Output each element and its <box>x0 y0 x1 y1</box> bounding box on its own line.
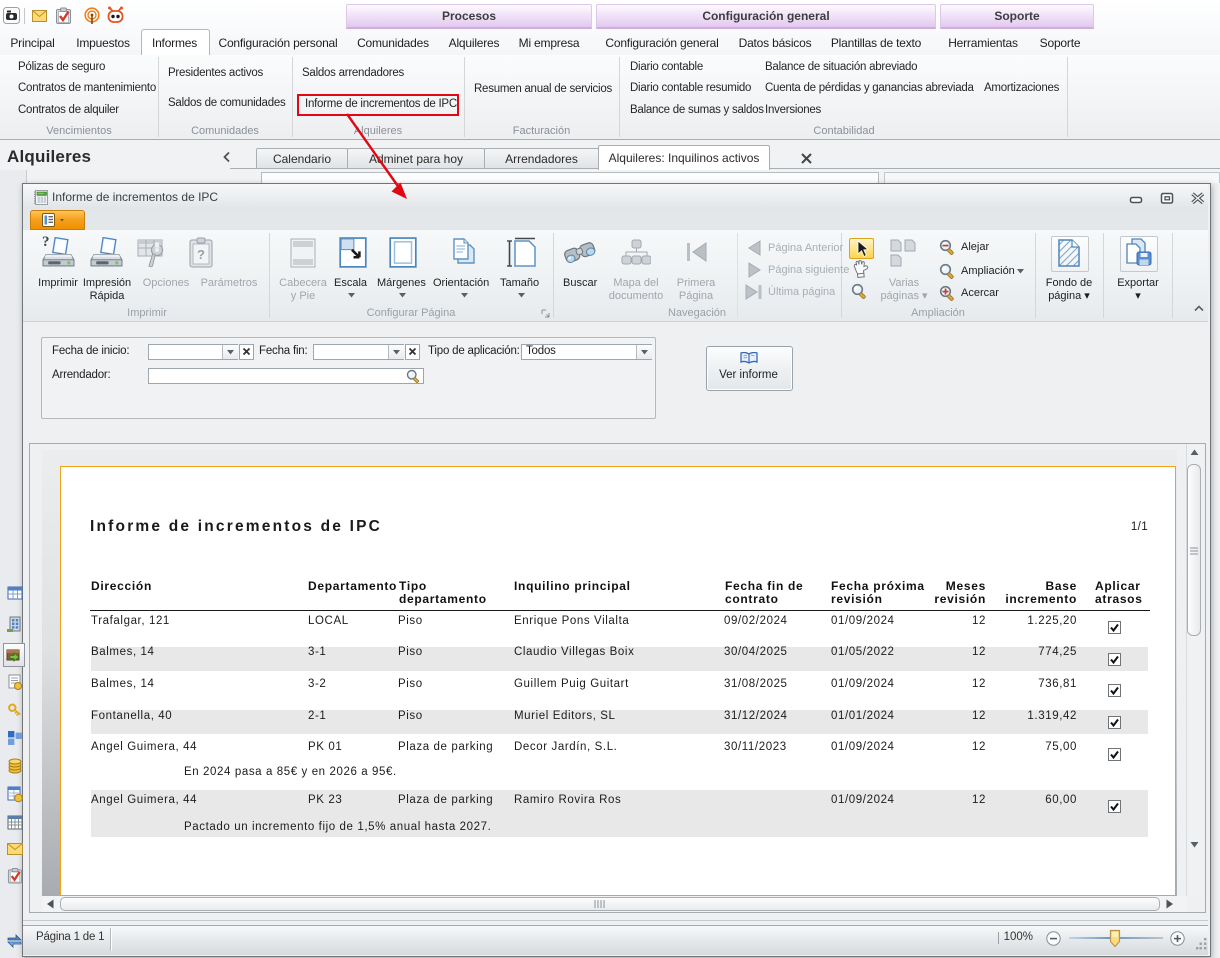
svg-text:?: ? <box>197 247 205 262</box>
